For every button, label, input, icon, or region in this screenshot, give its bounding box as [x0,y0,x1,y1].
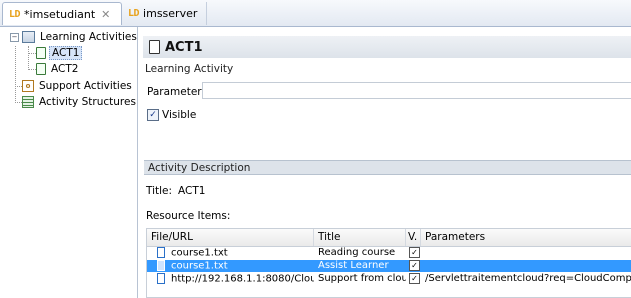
resource-items-table: File/URL Title V. Parameters course1.txt… [146,228,631,298]
tab-imsserver[interactable]: LD imsserver [122,2,207,25]
support-activity-icon: o [22,80,34,92]
parameters-input[interactable] [202,82,631,99]
table-row[interactable]: http://192.168.1.1:8080/Cloud Support fr… [147,273,631,285]
visible-label: Visible [162,109,197,121]
visible-checkbox[interactable]: ✓ [409,247,420,258]
parameters-cell: /Servlettraitementcloud?req=CloudComputi… [425,273,631,284]
tree-guide-line [15,102,22,103]
visible-checkbox-row[interactable]: ✓ Visible [147,109,196,121]
title-label: Title: [146,185,173,197]
section-title: Activity Description [148,161,251,174]
activity-tree: − Learning Activities ACT1 ACT2 o Suppor… [0,27,138,298]
tree-item-label: Learning Activities [40,31,137,43]
visible-checkbox[interactable]: ✓ [147,109,159,121]
table-row[interactable]: course1.txt Assist Learner ✓ [147,260,631,272]
tree-guide-line [15,86,22,87]
document-icon [36,47,46,59]
visible-cell: ✓ [406,260,421,272]
column-header-parameters[interactable]: Parameters [421,229,631,246]
document-icon [36,63,46,75]
page-title: ACT1 [165,39,203,55]
resource-items-label: Resource Items: [146,210,231,222]
tree-item-support-activities[interactable]: o Support Activities [22,79,134,93]
editor-subtitle: Learning Activity [145,63,234,75]
column-header-visible[interactable]: V. [406,229,421,246]
tab-imsetudiant[interactable]: LD *imsetudiant ✕ [2,2,122,25]
title-row: Title: ACT1 [146,185,205,197]
tree-item-act2[interactable]: ACT2 [36,62,80,76]
title-field[interactable]: ACT1 [178,185,205,197]
parameters-cell [421,247,631,259]
file-cell: course1.txt [147,260,314,272]
visible-checkbox[interactable]: ✓ [409,260,420,271]
activity-structure-icon [22,96,34,108]
tab-label: *imsetudiant [24,7,96,21]
tree-guide-line [28,53,36,54]
activity-description-section-header[interactable]: Activity Description [144,160,631,175]
file-cell: course1.txt [147,247,314,259]
activity-editor: ACT1 Learning Activity Parameters: ✓ Vis… [138,27,631,298]
editor-tab-bar: LD *imsetudiant ✕ LD imsserver [0,0,631,27]
file-icon [157,273,165,284]
file-cell: http://192.168.1.1:8080/Cloud [147,273,314,285]
folder-icon [22,31,35,43]
learning-design-icon: LD [128,8,140,19]
collapse-icon[interactable]: − [10,32,19,42]
file-name: course1.txt [171,260,228,272]
file-name: http://192.168.1.1:8080/Cloud [171,273,314,285]
title-cell: Support from cloud [318,273,406,284]
visible-cell: ✓ [406,247,421,259]
close-icon[interactable]: ✕ [101,8,110,21]
visible-cell: ✓ [406,273,421,285]
tree-item-label: ACT2 [51,63,79,75]
tree-item-label: Activity Structures [39,96,136,108]
table-header: File/URL Title V. Parameters [147,229,631,247]
tree-item-act1[interactable]: ACT1 [36,46,83,60]
parameters-cell [421,260,631,272]
column-header-file-url[interactable]: File/URL [147,229,314,246]
table-row[interactable]: course1.txt Reading course ✓ [147,247,631,259]
document-icon [149,40,160,54]
visible-checkbox[interactable]: ✓ [409,273,420,284]
title-cell: Assist Learner [318,260,389,271]
file-icon [157,260,165,271]
file-name: course1.txt [171,247,228,259]
tree-guide-line [28,69,36,70]
column-header-title[interactable]: Title [314,229,406,246]
tree-item-label: ACT1 [49,46,83,60]
tab-label: imsserver [143,7,198,20]
tree-item-activity-structures[interactable]: Activity Structures [22,95,138,109]
learning-design-icon: LD [9,8,21,20]
tree-guide-line [28,46,29,70]
title-cell: Reading course [318,247,396,258]
editor-header: ACT1 [143,36,631,58]
tree-item-label: Support Activities [39,80,132,92]
tree-guide-line [15,46,16,103]
file-icon [157,247,165,258]
tree-item-learning-activities[interactable]: − Learning Activities [10,30,139,44]
